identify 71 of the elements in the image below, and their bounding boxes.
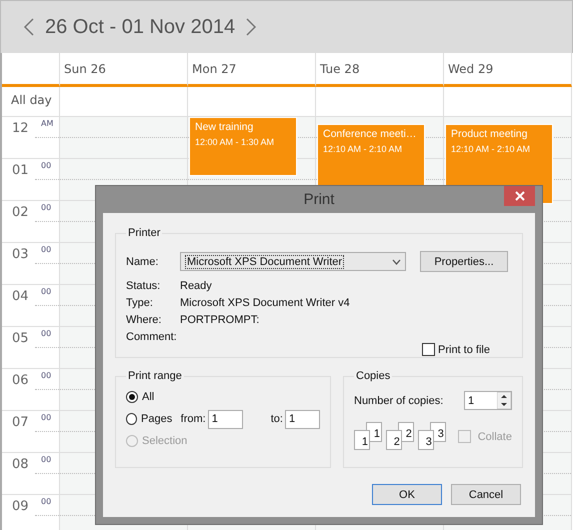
event-time: 12:10 AM - 2:10 AM (451, 144, 532, 154)
hour-label: 08 (12, 457, 29, 472)
hour-label: 12 (12, 121, 29, 136)
event-title: Conference meeti… (323, 128, 418, 140)
info-label: Comment: (126, 331, 178, 343)
copies-field[interactable]: 1 (464, 391, 512, 410)
field-label: Name: (126, 256, 160, 268)
minute-label: 00 (41, 287, 52, 296)
to-field[interactable]: 1 (284, 410, 320, 428)
minute-label: 00 (41, 203, 52, 212)
properties-button[interactable]: Properties... (420, 251, 508, 272)
printer-dropdown[interactable]: Microsoft XPS Document Writer (180, 252, 406, 271)
all-day-cell[interactable] (444, 87, 572, 117)
info-label: Where: (126, 314, 162, 326)
previous-icon[interactable] (23, 17, 35, 37)
hour-label: 01 (12, 163, 29, 178)
date-range-title: 26 Oct - 01 Nov 2014 (45, 16, 236, 38)
field-label: Number of copies: (354, 394, 444, 406)
minute-label: 00 (41, 329, 52, 338)
next-icon[interactable] (245, 17, 258, 37)
minute-label: 00 (41, 245, 52, 254)
info-label: Status: (126, 280, 162, 292)
radio-button[interactable] (126, 413, 138, 425)
day-header: Mon 27 (191, 62, 236, 76)
radio-label: All (142, 391, 156, 403)
day-header: Sun 26 (63, 62, 106, 76)
day-header: Tue 28 (319, 62, 360, 76)
field-label: from: (180, 413, 206, 425)
event-time: 12:10 AM - 2:10 AM (323, 144, 404, 154)
radio-label: Selection (142, 435, 188, 447)
hour-label: 07 (12, 415, 29, 430)
all-day-cell[interactable] (60, 87, 188, 117)
hour-label: 04 (12, 289, 29, 304)
info-value: Microsoft XPS Document Writer v4 (180, 297, 351, 309)
day-header: Wed 29 (447, 62, 494, 76)
chevron-down-icon (392, 258, 401, 264)
group-label: Copies (355, 370, 392, 382)
hour-label: 06 (12, 373, 29, 388)
info-label: Type: (126, 297, 154, 309)
hour-label: 09 (12, 499, 29, 514)
info-value: Ready (180, 280, 213, 292)
close-icon (514, 191, 524, 201)
event-time: 12:00 AM - 1:30 AM (195, 137, 276, 147)
close-button[interactable] (504, 186, 535, 206)
hour-label: 02 (12, 205, 29, 220)
minute-label: 00 (41, 497, 52, 506)
minute-label: 00 (41, 371, 52, 380)
minute-label: 00 (41, 455, 52, 464)
all-day-label: All day (10, 92, 53, 107)
field-label: to: (270, 413, 283, 425)
from-field[interactable]: 1 (208, 410, 243, 428)
hour-label: 03 (12, 247, 29, 262)
spinner-arrows-icon[interactable] (497, 392, 511, 409)
checkbox-label: Collate (478, 430, 512, 442)
all-day-cell[interactable] (188, 87, 316, 117)
group-label: Print range (127, 370, 183, 382)
cancel-button[interactable]: Cancel (451, 484, 521, 505)
event-title: New training (195, 121, 254, 133)
minute-label: AM (41, 119, 54, 128)
all-day-cell[interactable] (316, 87, 444, 117)
checkbox[interactable] (422, 343, 435, 356)
ok-button[interactable]: OK (372, 484, 442, 505)
group-label: Printer (127, 227, 162, 239)
radio-button[interactable] (126, 391, 138, 403)
minute-label: 00 (41, 161, 52, 170)
radio-label: Pages (141, 413, 174, 425)
checkbox-label: Print to file (438, 344, 490, 356)
minute-label: 00 (41, 413, 52, 422)
event-title: Product meeting (451, 128, 528, 140)
info-value: PORTPROMPT: (180, 314, 260, 326)
hour-label: 05 (12, 331, 29, 346)
